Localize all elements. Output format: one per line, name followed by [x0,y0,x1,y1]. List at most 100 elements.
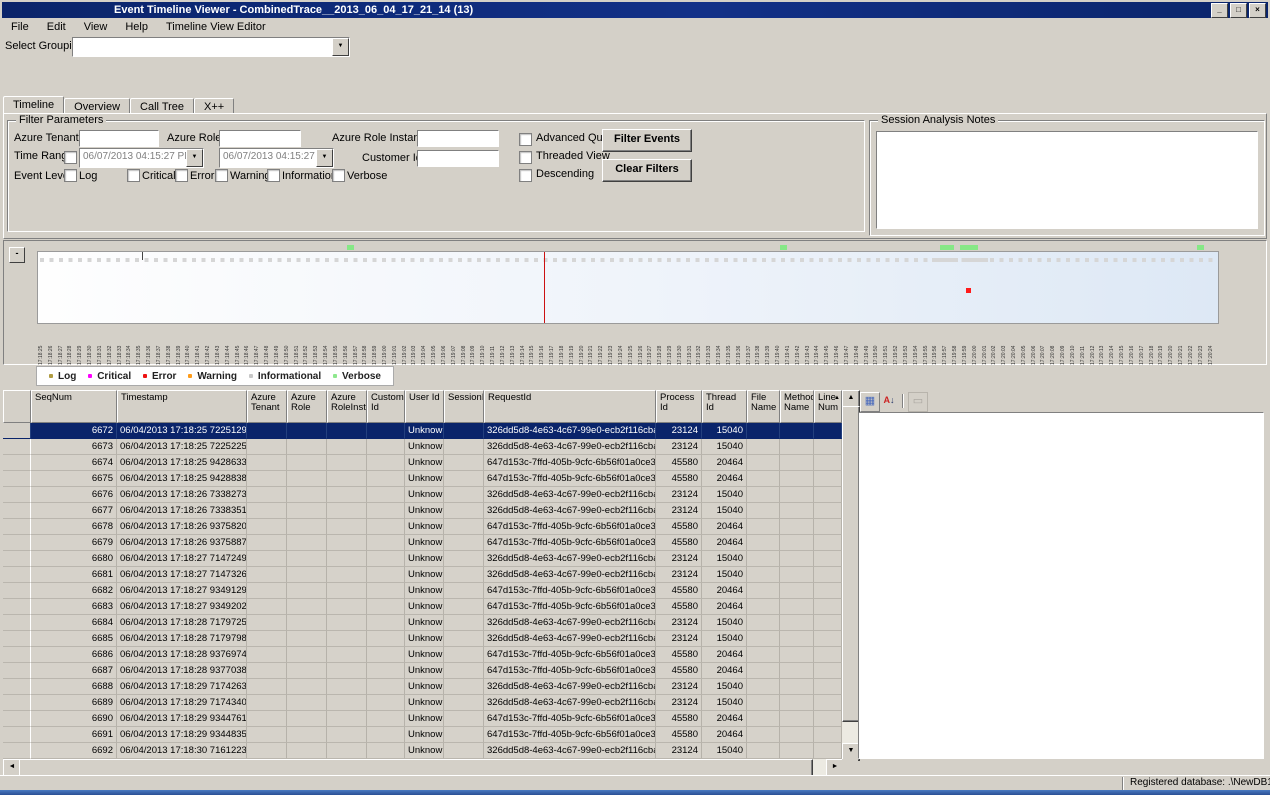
event-level-warning-checkbox[interactable] [215,169,228,182]
table-row[interactable]: 668506/04/2013 17:18:28 7179798Unknown32… [3,631,842,647]
event-level-error-checkbox[interactable] [175,169,188,182]
menu-item-help[interactable]: Help [116,19,157,35]
axis-tick-label: 17:20:00 [971,323,981,365]
axis-tick-label: 17:19:38 [754,323,764,365]
table-row[interactable]: 668106/04/2013 17:18:27 7147326Unknown32… [3,567,842,583]
restore-button[interactable]: □ [1230,3,1247,18]
cell [367,679,405,695]
cell: 06/04/2013 17:18:27 7147326 [117,567,247,583]
close-button[interactable]: × [1249,3,1266,18]
column-header-row-selector[interactable] [3,390,31,423]
table-row[interactable]: 668006/04/2013 17:18:27 7147249Unknown32… [3,551,842,567]
tab-strip: TimelineOverviewCall TreeX++ [3,96,234,114]
cell: 6692 [31,743,117,759]
table-row[interactable]: 668606/04/2013 17:18:28 9376974Unknown64… [3,647,842,663]
cell [780,711,814,727]
event-level-log-checkbox[interactable] [64,169,77,182]
property-panel-content[interactable] [858,412,1264,759]
axis-tick-label: 17:19:47 [843,323,853,365]
column-header-line-num[interactable]: Line Num▲ [814,390,842,423]
menu-item-timeline-view-editor[interactable]: Timeline View Editor [157,19,275,35]
axis-tick-label: 17:18:31 [96,323,106,365]
time-range-from-picker[interactable]: 06/07/2013 04:15:27 PM ▼ [79,148,204,168]
axis-tick-label: 17:19:41 [784,323,794,365]
session-analysis-notes-textarea[interactable] [876,131,1258,229]
cell: 06/04/2013 17:18:29 9344761 [117,711,247,727]
column-header-method-name[interactable]: Method Name [780,390,814,423]
table-row[interactable]: 667806/04/2013 17:18:26 9375820Unknown64… [3,519,842,535]
threaded-view-checkbox[interactable] [519,151,532,164]
chevron-down-icon[interactable]: ▼ [332,38,349,56]
select-grouping-dropdown[interactable]: ▼ [72,37,350,57]
table-row[interactable]: 668806/04/2013 17:18:29 7174263Unknown32… [3,679,842,695]
tab-timeline[interactable]: Timeline [3,96,64,114]
column-header-user-id[interactable]: User Id [405,390,444,423]
table-row[interactable]: 667706/04/2013 17:18:26 7338351Unknown32… [3,503,842,519]
alphabetical-sort-icon[interactable]: A↓ [880,392,898,410]
filter-parameters-title: Filter Parameters [16,114,106,126]
table-row[interactable]: 668306/04/2013 17:18:27 9349202Unknown64… [3,599,842,615]
azure-role-input[interactable] [219,130,301,147]
table-row[interactable]: 669206/04/2013 17:18:30 7161223Unknown32… [3,743,842,759]
azure-role-instance-input[interactable] [417,130,499,147]
table-row[interactable]: 669106/04/2013 17:18:29 9344835Unknown64… [3,727,842,743]
table-row[interactable]: 667906/04/2013 17:18:26 9375887Unknown64… [3,535,842,551]
menu-item-edit[interactable]: Edit [38,19,75,35]
table-row[interactable]: 667506/04/2013 17:18:25 9428838Unknown64… [3,471,842,487]
column-header-seqnum[interactable]: SeqNum [31,390,117,423]
table-row[interactable]: 667406/04/2013 17:18:25 9428633Unknown64… [3,455,842,471]
axis-tick-label: 17:19:19 [568,323,578,365]
critical-dot-icon [88,374,92,378]
table-row[interactable]: 668706/04/2013 17:18:28 9377038Unknown64… [3,663,842,679]
chevron-down-icon[interactable]: ▼ [186,149,203,167]
column-header-azure-role[interactable]: Azure Role [287,390,327,423]
minimize-button[interactable]: _ [1211,3,1228,18]
tab-x[interactable]: X++ [194,98,234,114]
table-row[interactable]: 667306/04/2013 17:18:25 7225225Unknown32… [3,439,842,455]
column-header-sessionid[interactable]: SessionId [444,390,484,423]
event-level-critical-checkbox[interactable] [127,169,140,182]
cell: Unknown [405,647,444,663]
chevron-down-icon[interactable]: ▼ [316,149,333,167]
menu-item-file[interactable]: File [2,19,38,35]
axis-tick-label: 17:19:20 [578,323,588,365]
column-header-process-id[interactable]: Process Id [656,390,702,423]
time-range-to-picker[interactable]: 06/07/2013 04:15:27 PM ▼ [219,148,334,168]
collapse-chart-button[interactable]: - [9,247,25,263]
column-header-file-name[interactable]: File Name [747,390,780,423]
cell [287,583,327,599]
time-range-checkbox[interactable] [64,151,77,164]
title-bar[interactable]: Event Timeline Viewer - CombinedTrace__2… [2,2,1268,18]
event-level-information-checkbox[interactable] [267,169,280,182]
timeline-plot-area[interactable] [37,251,1219,324]
table-row[interactable]: 668406/04/2013 17:18:28 7179725Unknown32… [3,615,842,631]
axis-tick-label: 17:19:33 [705,323,715,365]
column-header-requestid[interactable]: RequestId [484,390,656,423]
cell [247,503,287,519]
tab-call-tree[interactable]: Call Tree [130,98,194,114]
filter-events-button[interactable]: Filter Events [602,129,692,152]
event-level-verbose-checkbox[interactable] [332,169,345,182]
azure-tenant-input[interactable] [79,130,159,147]
table-row[interactable]: 668906/04/2013 17:18:29 7174340Unknown32… [3,695,842,711]
table-row[interactable]: 668206/04/2013 17:18:27 9349129Unknown64… [3,583,842,599]
cell: Unknown [405,583,444,599]
table-row[interactable]: 669006/04/2013 17:18:29 9344761Unknown64… [3,711,842,727]
axis-tick-label: 17:20:04 [1010,323,1020,365]
axis-tick-label: 17:18:47 [253,323,263,365]
column-header-azure-roleinstan[interactable]: Azure RoleInstan [327,390,367,423]
tab-overview[interactable]: Overview [64,98,130,114]
column-header-customer-id[interactable]: Customer Id [367,390,405,423]
column-header-azure-tenant[interactable]: Azure Tenant [247,390,287,423]
table-row[interactable]: 667206/04/2013 17:18:25 7225129Unknown32… [3,423,842,439]
descending-checkbox[interactable] [519,169,532,182]
clear-filters-button[interactable]: Clear Filters [602,159,692,182]
categorized-icon[interactable]: ▦ [860,392,880,412]
column-header-thread-id[interactable]: Thread Id [702,390,747,423]
table-row[interactable]: 667606/04/2013 17:18:26 7338273Unknown32… [3,487,842,503]
customer-id-input[interactable] [417,150,499,167]
menu-item-view[interactable]: View [75,19,117,35]
column-header-timestamp[interactable]: Timestamp [117,390,247,423]
cell [747,503,780,519]
advanced-query-checkbox[interactable] [519,133,532,146]
